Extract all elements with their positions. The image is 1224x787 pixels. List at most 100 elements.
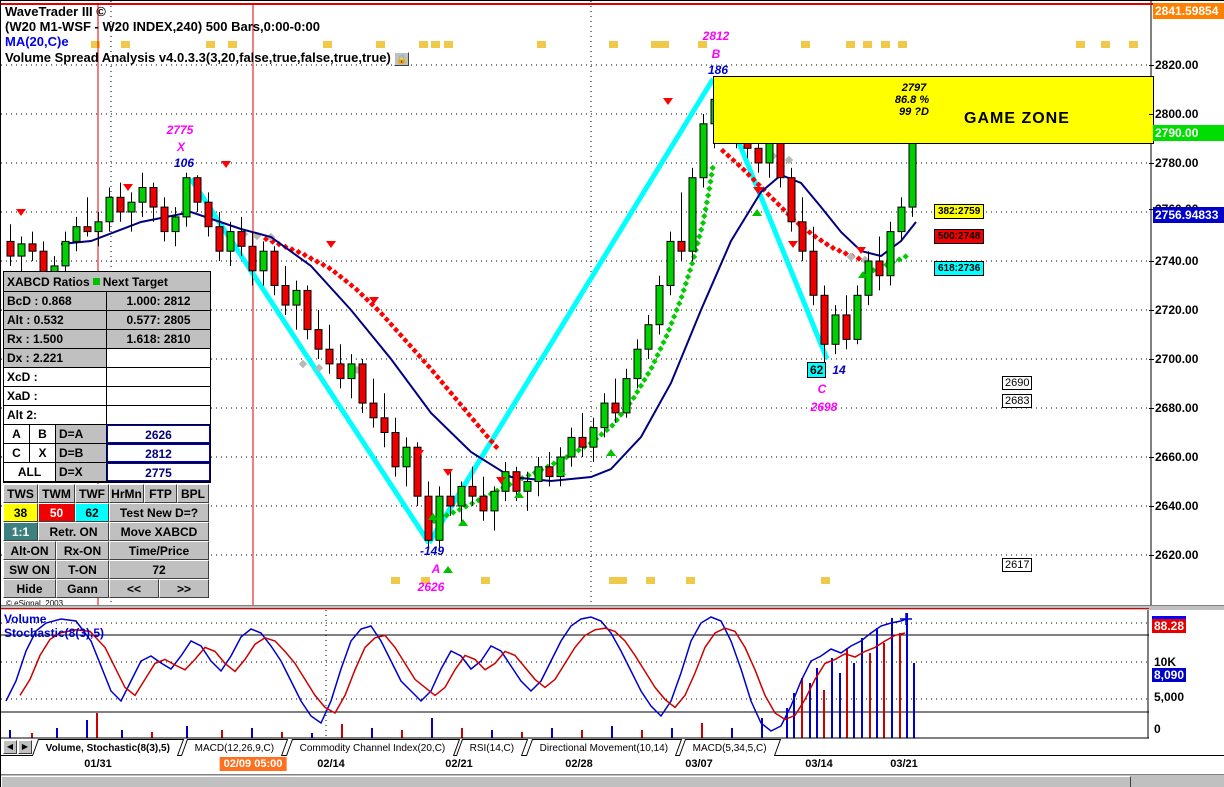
tool-button-hrmn[interactable]: HrMn <box>109 484 144 503</box>
xabcd-ratios-panel: XABCD Ratios Next Target BcD : 0.868 1.00… <box>3 271 211 483</box>
tool-button-retr-on[interactable]: Retr. ON <box>38 522 109 541</box>
price-axis-label: 2700.00 <box>1155 352 1199 366</box>
sar-dot-red <box>836 247 843 254</box>
tab-directional-movement-10-14-[interactable]: Directional Movement(10,14) <box>525 739 683 756</box>
buy-triangle-icon <box>606 449 616 456</box>
tool-button-alt-on[interactable]: Alt-ON <box>3 541 56 560</box>
sar-dot-red <box>342 277 350 285</box>
sar-dot-green <box>613 417 620 424</box>
candle-body <box>358 363 367 404</box>
tab-label: MACD(5,34,5,C) <box>693 742 767 754</box>
tool-button-twm[interactable]: TWM <box>38 484 75 503</box>
d-equals-label: D=B <box>56 444 107 462</box>
scrollbar-thumb[interactable] <box>1 776 1131 787</box>
tool-button-move-xabcd[interactable]: Move XABCD <box>109 522 209 541</box>
app-title: WaveTrader III © <box>5 4 106 19</box>
sar-dot-red <box>434 374 441 381</box>
symbol-info: (W20 M1-WSF - W20 INDEX,240) 500 Bars,0:… <box>5 19 320 34</box>
volume-spread-mark <box>863 41 872 48</box>
candlestick <box>490 486 499 531</box>
candle-body <box>237 231 246 247</box>
tab-commodity-channel-index-20-c-[interactable]: Commodity Channel Index(20,C) <box>285 739 460 756</box>
tool-button-time-price[interactable]: Time/Price <box>109 541 209 560</box>
xabcd-row: BcD : 0.868 1.000: 2812 <box>4 292 210 311</box>
button-row: 1:1 Retr. ON Move XABCD <box>3 522 211 541</box>
sar-dot-green <box>682 280 689 287</box>
sar-dot-red <box>307 255 315 262</box>
time-axis-label: 01/31 <box>84 758 112 770</box>
tool-button-hide[interactable]: Hide <box>3 579 56 598</box>
time-axis[interactable]: 01/31 02/14 02/21 02/28 03/07 03/14 03/21 02/09… <box>1 756 1224 774</box>
selected-time-flag: 02/09 05:00 <box>219 757 287 771</box>
sar-dot-red <box>353 286 361 294</box>
volume-bar <box>823 690 825 738</box>
tab-macd-12-26-9-c-[interactable]: MACD(12,26,9,C) <box>181 739 289 756</box>
volume-bar <box>853 663 855 738</box>
tab-scroll-left-icon[interactable]: ◀ <box>3 740 17 754</box>
tool-button-1-1[interactable]: 1:1 <box>3 522 38 541</box>
volume-bar <box>86 720 88 738</box>
tab-scroll-right-icon[interactable]: ▶ <box>18 740 32 754</box>
lock-icon[interactable]: 🔒 <box>394 51 410 66</box>
candle-body <box>83 226 92 233</box>
tool-button-gann[interactable]: Gann <box>56 579 109 598</box>
tool-button-rx-on[interactable]: Rx-ON <box>56 541 109 560</box>
sar-dot-gray <box>298 359 308 369</box>
candle-body <box>259 250 268 272</box>
sar-dot-red <box>314 258 321 265</box>
tab-rsi-14-c-[interactable]: RSI(14,C) <box>456 739 529 756</box>
candle-body <box>270 250 279 286</box>
tool-button-tws[interactable]: TWS <box>3 484 38 503</box>
sar-dot-green <box>660 339 667 346</box>
axis-tick <box>1149 261 1154 262</box>
xabcd-row: Alt 2: <box>4 406 210 425</box>
tab-volume-stochastic-8-3-5-[interactable]: Volume, Stochastic(8(3),5) <box>31 739 185 756</box>
candlestick <box>182 172 191 227</box>
sar-dot-red <box>740 166 747 173</box>
volume-bar <box>551 728 553 738</box>
buy-triangle-icon <box>443 566 453 573</box>
point-button[interactable]: A <box>4 425 30 443</box>
volume-spread-mark <box>821 577 830 584</box>
volume-bar <box>221 730 223 738</box>
point-button[interactable]: X <box>30 444 56 462</box>
tool-button-t-on[interactable]: T-ON <box>56 560 109 579</box>
candlestick <box>798 197 807 261</box>
candle-body <box>160 206 169 233</box>
tool-button-bpl[interactable]: BPL <box>177 484 209 503</box>
tool-button--[interactable]: << <box>109 579 159 598</box>
wave-label: 2775 <box>166 123 194 137</box>
volume-spread-mark <box>391 577 400 584</box>
tool-button--[interactable]: >> <box>159 579 209 598</box>
candle-body <box>314 329 323 350</box>
indicator-name-label: Stochastic(8(3),5) <box>4 626 105 640</box>
candlestick <box>688 167 697 261</box>
horizontal-scrollbar[interactable] <box>1 774 1224 787</box>
tool-button-38[interactable]: 38 <box>3 503 38 522</box>
candlestick <box>325 324 334 374</box>
ratio-cell: Alt 2: <box>4 406 107 424</box>
candle-body <box>72 226 81 242</box>
tool-button-50[interactable]: 50 <box>38 503 75 522</box>
sar-dot-red <box>466 411 473 418</box>
sar-dot-green <box>698 226 705 233</box>
next-target-title: Next Target <box>102 274 168 289</box>
price-axis-label: 2820.00 <box>1155 58 1199 72</box>
candle-body <box>776 142 785 179</box>
candlestick <box>380 393 389 448</box>
candle-body <box>402 446 411 468</box>
tab-macd-5-34-5-c-[interactable]: MACD(5,34,5,C) <box>679 739 782 756</box>
point-button[interactable]: ALL <box>4 463 56 481</box>
tool-button-twf[interactable]: TWF <box>75 484 109 503</box>
tool-button-ftp[interactable]: FTP <box>144 484 177 503</box>
tool-button-62[interactable]: 62 <box>75 503 109 522</box>
sell-triangle-icon <box>856 247 866 254</box>
tool-button-test-new-d-[interactable]: Test New D=? <box>109 503 209 522</box>
candle-body <box>842 314 851 340</box>
candle-body <box>886 231 895 277</box>
point-button[interactable]: C <box>4 444 30 462</box>
tool-button-sw-on[interactable]: SW ON <box>3 560 56 579</box>
point-button[interactable]: B <box>30 425 56 443</box>
xabcd-row: Rx : 1.500 1.618: 2810 <box>4 330 210 349</box>
tool-button-72[interactable]: 72 <box>109 560 209 579</box>
